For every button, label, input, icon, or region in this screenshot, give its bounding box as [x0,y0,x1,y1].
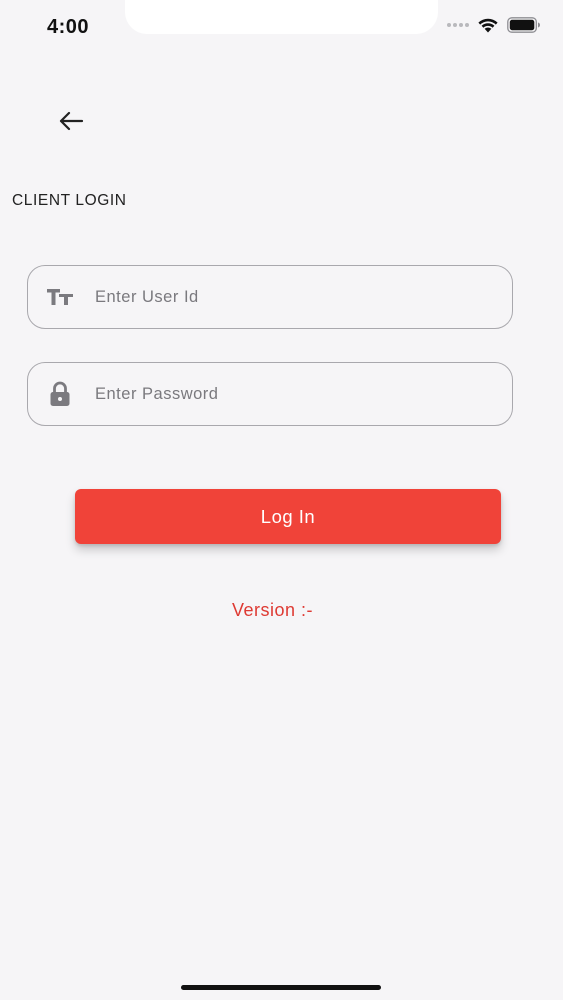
password-field[interactable] [27,362,513,426]
login-button[interactable]: Log In [75,489,501,544]
text-size-icon [46,283,74,311]
wifi-icon [478,18,498,33]
status-bar: 4:00 [0,0,563,56]
version-label: Version :- [231,600,314,620]
status-icons [447,17,541,33]
page-title: CLIENT LOGIN [12,192,127,209]
password-input[interactable] [93,373,512,415]
user-id-field[interactable] [27,265,513,329]
home-indicator [181,985,381,990]
arrow-left-icon [59,111,84,131]
signal-dots-icon [447,23,469,27]
lock-icon [46,380,74,408]
back-button[interactable] [55,105,87,137]
user-id-input[interactable] [93,276,512,318]
battery-icon [507,17,540,33]
status-time: 4:00 [47,16,90,38]
